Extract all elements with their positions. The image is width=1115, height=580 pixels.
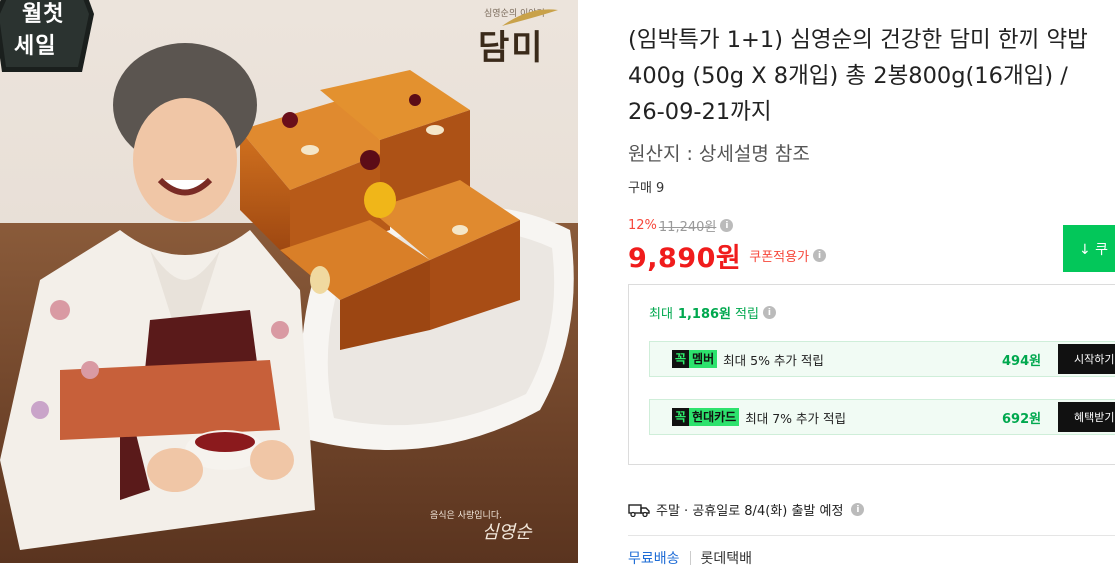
promo-benefit-button[interactable]: 혜택받기 bbox=[1058, 402, 1115, 432]
product-image: 월첫 세일 심영순의 이야기 담미 음식은 사랑입니다. 심영순 bbox=[0, 0, 578, 563]
origin-info: 원산지 : 상세설명 참조 bbox=[628, 143, 810, 165]
free-shipping-link[interactable]: 무료배송 bbox=[628, 548, 680, 568]
points-box: 최대 1,186원 적립 i 꼭 멤버 최대 5% 추가 적립 494원 시작하… bbox=[628, 284, 1115, 465]
shipping-schedule-text: 주말 · 공휴일로 8/4(화) 출발 예정 bbox=[656, 504, 844, 519]
promo-amount: 692원 bbox=[1002, 411, 1042, 427]
discount-row: 12% 11,240원 i bbox=[628, 216, 734, 235]
divider bbox=[628, 535, 1115, 536]
info-icon[interactable]: i bbox=[851, 503, 865, 516]
brand-leaf-icon bbox=[502, 9, 558, 26]
sale-price: 9,890원 bbox=[628, 243, 742, 274]
promo-desc: 최대 5% 추가 적립 bbox=[723, 352, 824, 368]
product-title: (임박특가 1+1) 심영순의 건강한 담미 한끼 약밥 400g (50g X… bbox=[628, 27, 1088, 125]
discount-percent: 12% bbox=[628, 218, 657, 233]
promo-tag: 꼭 현대카드 bbox=[672, 408, 740, 426]
coupon-label: 쿠폰적용가 bbox=[749, 250, 810, 265]
original-price: 11,240원 bbox=[658, 220, 717, 235]
points-title-amount: 1,186원 bbox=[677, 307, 732, 322]
download-arrow-label: ↓ 쿠 bbox=[1079, 241, 1109, 258]
purchase-count: 구매 9 bbox=[628, 181, 665, 196]
badge-line1: 월첫 bbox=[22, 2, 65, 27]
shipping-schedule: 주말 · 공휴일로 8/4(화) 출발 예정 i bbox=[628, 500, 865, 519]
chef-portrait bbox=[0, 43, 315, 550]
promo-tag-name: 멤버 bbox=[689, 350, 718, 368]
coupon-download-button[interactable]: ↓ 쿠 bbox=[1063, 225, 1115, 272]
separator bbox=[689, 551, 691, 565]
points-title: 최대 1,186원 적립 i bbox=[649, 303, 776, 322]
info-icon[interactable]: i bbox=[813, 249, 827, 262]
promo-tag-k: 꼭 bbox=[672, 408, 690, 426]
promo-start-button[interactable]: 시작하기 bbox=[1058, 344, 1115, 374]
delivery-info: 무료배송 롯데택배 bbox=[628, 548, 752, 568]
info-icon[interactable]: i bbox=[720, 219, 734, 232]
promo-desc: 최대 7% 추가 적립 bbox=[745, 410, 846, 426]
promo-hyundai-card: 꼭 현대카드 최대 7% 추가 적립 692원 혜택받기 bbox=[649, 399, 1115, 435]
price-row: 9,890원 쿠폰적용가 i bbox=[628, 236, 827, 275]
points-title-suffix: 적립 bbox=[735, 307, 759, 322]
carrier-name: 롯데택배 bbox=[700, 551, 753, 567]
promo-tag: 꼭 멤버 bbox=[672, 350, 718, 368]
info-icon[interactable]: i bbox=[762, 306, 776, 319]
promo-amount: 494원 bbox=[1002, 353, 1042, 369]
promo-membership: 꼭 멤버 최대 5% 추가 적립 494원 시작하기 bbox=[649, 341, 1115, 377]
signature-name: 심영순 bbox=[482, 522, 532, 543]
promo-tag-name: 현대카드 bbox=[689, 408, 740, 426]
truck-icon bbox=[628, 503, 650, 517]
points-title-label: 최대 bbox=[649, 307, 673, 322]
promo-tag-k: 꼭 bbox=[672, 350, 690, 368]
